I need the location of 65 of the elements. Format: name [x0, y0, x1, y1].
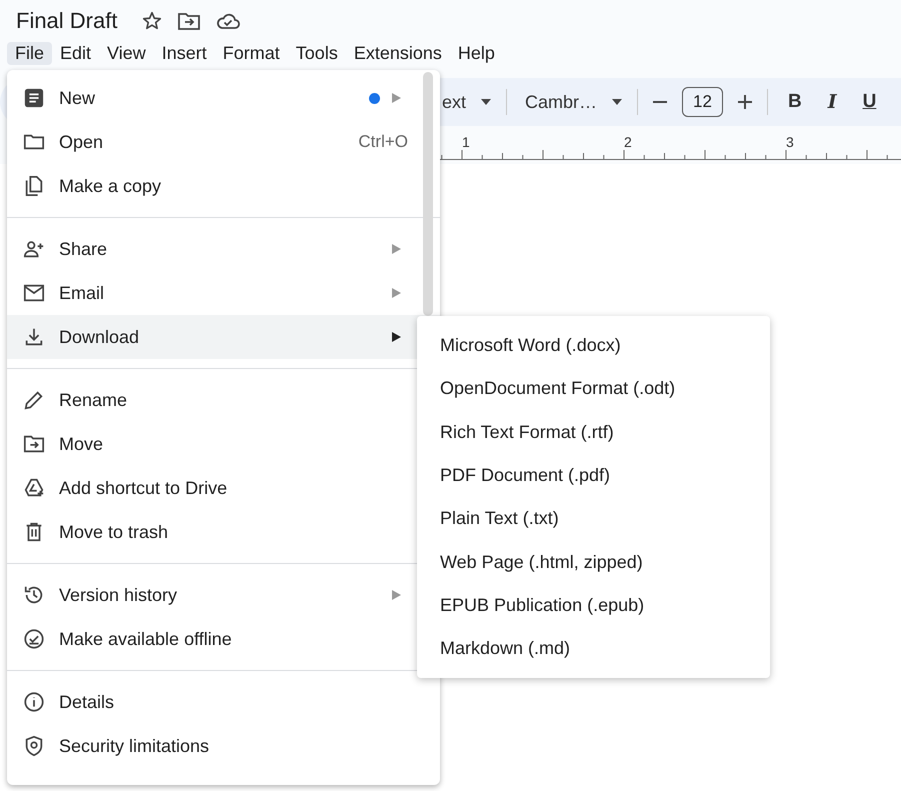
- menu-bar-item[interactable]: File: [7, 42, 52, 64]
- menu-bar-item[interactable]: Tools: [288, 42, 346, 64]
- info-icon: [23, 691, 45, 713]
- menu-item[interactable]: Web Page (.html, zipped): [417, 540, 770, 584]
- menu-bar-item[interactable]: Format: [214, 42, 288, 64]
- ruler-number: 1: [462, 134, 470, 150]
- star-icon[interactable]: [141, 10, 164, 32]
- pencil-icon: [23, 389, 45, 411]
- folder-arrow-icon: [23, 433, 45, 455]
- menu-item[interactable]: Plain Text (.txt): [417, 497, 770, 540]
- style-dropdown-text[interactable]: ext: [442, 92, 466, 112]
- shortcut-text: Ctrl+O: [358, 132, 408, 152]
- menu-bar-item[interactable]: View: [99, 42, 154, 64]
- font-dropdown[interactable]: Cambr…: [525, 92, 598, 112]
- menu-item-label: Download: [59, 326, 140, 348]
- copy-icon: [23, 175, 45, 197]
- menu-item[interactable]: Make a copy: [7, 164, 440, 208]
- menu-item[interactable]: Download: [7, 315, 440, 359]
- check-circle-icon: [23, 628, 45, 650]
- plus-icon[interactable]: [736, 94, 753, 110]
- menu-item[interactable]: Email: [7, 271, 440, 315]
- document-title[interactable]: Final Draft: [16, 8, 118, 34]
- menu-item-label: Share: [59, 238, 108, 260]
- menu-item-label: Open: [59, 132, 104, 152]
- menu-item-label: Rename: [59, 390, 128, 410]
- underline-button[interactable]: U: [856, 91, 882, 113]
- caret-icon[interactable]: [611, 98, 624, 106]
- scrollbar[interactable]: [423, 72, 433, 316]
- menu-item-label: Make available offline: [59, 628, 233, 650]
- menu-item-label: Security limitations: [59, 736, 210, 756]
- menu-bar-item[interactable]: Edit: [52, 42, 100, 64]
- menu-item[interactable]: OpenDocument Format (.odt): [417, 367, 770, 411]
- menu-item[interactable]: EPUB Publication (.epub): [417, 584, 770, 628]
- menu-item[interactable]: Details: [7, 680, 440, 724]
- bold-button[interactable]: B: [782, 91, 808, 113]
- menu-item[interactable]: Markdown (.md): [417, 627, 770, 670]
- ruler-number: 2: [624, 134, 632, 150]
- triangle-plus-icon: [23, 477, 45, 499]
- menu-item[interactable]: New: [7, 76, 440, 120]
- italic-button[interactable]: I: [822, 91, 843, 113]
- history-icon: [23, 584, 45, 606]
- menu-item[interactable]: Share: [7, 227, 440, 271]
- menu-bar-item[interactable]: Insert: [154, 42, 215, 64]
- menu-item-label: Email: [59, 282, 106, 304]
- envelope-icon: [23, 282, 45, 304]
- shield-icon: [23, 735, 45, 757]
- font-size-field[interactable]: 12: [682, 87, 723, 117]
- menu-item[interactable]: Security limitations: [7, 724, 440, 768]
- folder-arrow-icon[interactable]: [177, 10, 202, 32]
- caret-icon[interactable]: [480, 98, 492, 106]
- menu-item-label: Move: [59, 434, 104, 454]
- menu-item-label: Add shortcut to Drive: [59, 478, 228, 498]
- menu-item-label: New: [59, 88, 96, 108]
- document-icon: [23, 87, 45, 109]
- menu-item-label: Move to trash: [59, 522, 170, 542]
- menu-item-label: Make a copy: [59, 176, 162, 196]
- download-icon: [23, 326, 45, 348]
- menu-item[interactable]: Rich Text Format (.rtf): [417, 410, 770, 454]
- ruler-number: 3: [786, 134, 794, 150]
- menu-item[interactable]: PDF Document (.pdf): [417, 454, 770, 498]
- menu-bar-item[interactable]: Help: [450, 42, 503, 64]
- menu-item[interactable]: Open Ctrl+O: [7, 120, 440, 164]
- menu-bar-item[interactable]: Extensions: [346, 42, 450, 64]
- menu-item-label: Details: [59, 692, 116, 712]
- menu-item-label: Version history: [59, 584, 178, 606]
